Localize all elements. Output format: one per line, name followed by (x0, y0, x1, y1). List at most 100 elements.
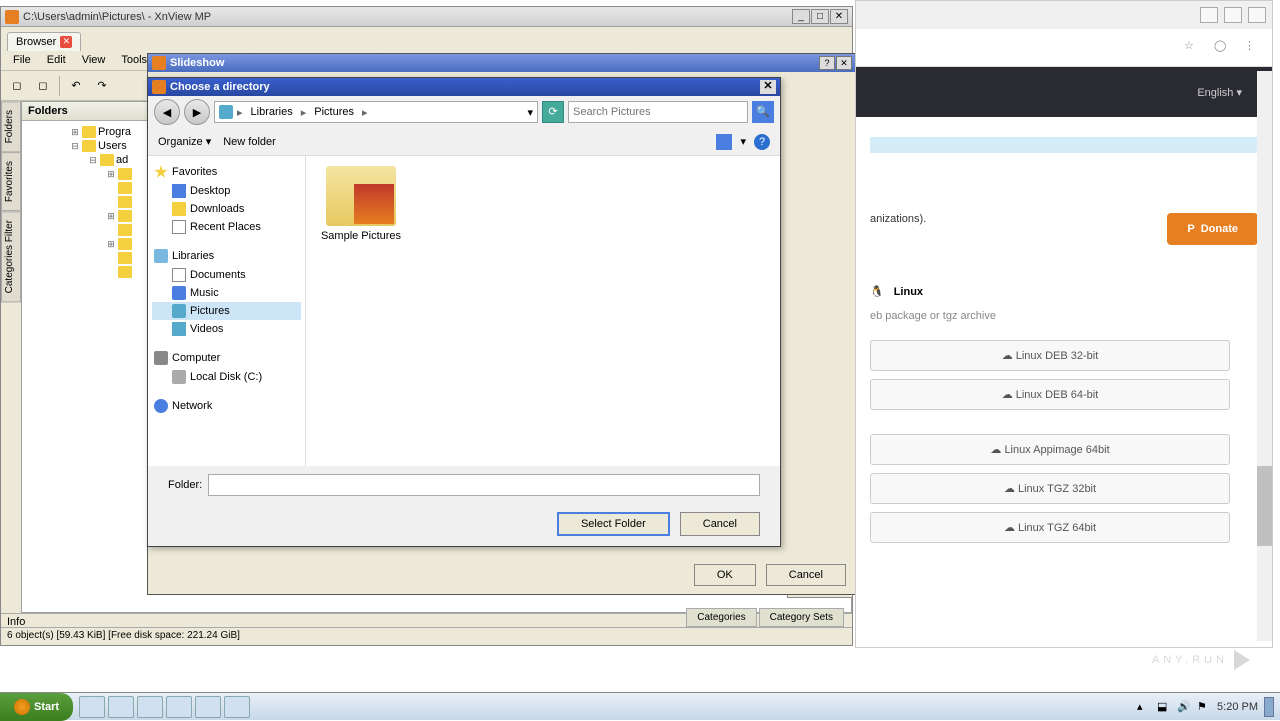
help-icon[interactable]: ? (754, 134, 770, 150)
taskbar-item-media[interactable] (137, 696, 163, 718)
sidebar-item-local-disk[interactable]: Local Disk (C:) (152, 368, 301, 386)
star-icon[interactable]: ☆ (1184, 39, 1202, 57)
address-bar[interactable]: ▸ Libraries ▸ Pictures ▸ ▾ (214, 101, 538, 123)
new-folder-button[interactable]: New folder (223, 136, 276, 148)
close-button[interactable]: ✕ (836, 56, 852, 70)
search-input[interactable] (573, 106, 743, 118)
taskbar-item-xnview[interactable] (224, 696, 250, 718)
dialog-icon (152, 56, 166, 70)
window-title: C:\Users\admin\Pictures\ - XnView MP (23, 11, 792, 23)
side-tab-folders[interactable]: Folders (1, 101, 21, 152)
language-dropdown[interactable]: English ▾ (1197, 86, 1242, 99)
chevron-right-icon[interactable]: ▸ (301, 106, 307, 119)
body-text: anizations). (870, 213, 926, 225)
tree-toggle-icon[interactable]: ⊟ (70, 141, 80, 152)
page-content: anizations). PDonate 🐧 Linux eb package … (856, 117, 1272, 587)
sidebar-item-music[interactable]: Music (152, 284, 301, 302)
toolbar-btn-2[interactable]: ◻ (31, 74, 55, 98)
sidebar-group-favorites[interactable]: Favorites (152, 162, 301, 182)
forward-icon[interactable]: ↷ (90, 74, 114, 98)
menu-edit[interactable]: Edit (39, 51, 74, 70)
taskbar-item-explorer[interactable] (108, 696, 134, 718)
tray-flag-icon[interactable]: ⚑ (1197, 700, 1211, 714)
sidebar-item-downloads[interactable]: Downloads (152, 200, 301, 218)
back-icon[interactable]: ↶ (64, 74, 88, 98)
cancel-button[interactable]: Cancel (680, 512, 760, 536)
tray-volume-icon[interactable]: 🔊 (1177, 700, 1191, 714)
tree-toggle-icon[interactable]: ⊞ (106, 239, 116, 250)
folder-field[interactable] (208, 474, 760, 496)
recent-icon (172, 220, 186, 234)
browser-tab[interactable]: Browser ✕ (7, 32, 81, 51)
search-box[interactable] (568, 101, 748, 123)
download-tgz-64[interactable]: ☁ Linux TGZ 64bit (870, 512, 1230, 543)
breadcrumb[interactable]: Pictures (310, 104, 358, 120)
taskbar-item-chrome[interactable] (166, 696, 192, 718)
tree-toggle-icon[interactable]: ⊟ (88, 155, 98, 166)
maximize-button[interactable]: □ (811, 9, 829, 24)
side-tab-favorites[interactable]: Favorites (1, 152, 21, 211)
videos-icon (172, 322, 186, 336)
scrollbar[interactable] (1257, 71, 1272, 641)
refresh-button[interactable]: ⟳ (542, 101, 564, 123)
clock[interactable]: 5:20 PM (1217, 701, 1258, 713)
help-button[interactable]: ? (819, 56, 835, 70)
menu-file[interactable]: File (5, 51, 39, 70)
chevron-right-icon[interactable]: ▸ (362, 106, 368, 119)
sidebar-item-videos[interactable]: Videos (152, 320, 301, 338)
sidebar-group-network[interactable]: Network (152, 396, 301, 416)
taskbar-item-opera[interactable] (195, 696, 221, 718)
tray-expand-icon[interactable]: ▴ (1137, 700, 1151, 714)
close-button[interactable]: ✕ (760, 80, 776, 94)
donate-button[interactable]: PDonate (1167, 213, 1258, 245)
folder-item-sample-pictures[interactable]: Sample Pictures (316, 166, 406, 242)
download-deb-64[interactable]: ☁ Linux DEB 64-bit (870, 379, 1230, 410)
taskbar-item-ie[interactable] (79, 696, 105, 718)
select-folder-button[interactable]: Select Folder (557, 512, 670, 536)
folder-content[interactable]: Sample Pictures (306, 156, 780, 466)
side-tab-categories-filter[interactable]: Categories Filter (1, 211, 21, 302)
sidebar-item-desktop[interactable]: Desktop (152, 182, 301, 200)
nav-forward-button[interactable]: ▶ (184, 99, 210, 125)
tree-toggle-icon[interactable]: ⊞ (70, 127, 80, 138)
minimize-button[interactable]: _ (792, 9, 810, 24)
chevron-right-icon[interactable]: ▸ (237, 106, 243, 119)
ok-button[interactable]: OK (694, 564, 756, 586)
chevron-down-icon[interactable]: ▾ (527, 106, 533, 119)
download-deb-32[interactable]: ☁ Linux DEB 32-bit (870, 340, 1230, 371)
menu-view[interactable]: View (74, 51, 114, 70)
tree-toggle-icon[interactable]: ⊞ (106, 211, 116, 222)
minimize-button[interactable] (1200, 7, 1218, 23)
places-sidebar: Favorites Desktop Downloads Recent Place… (148, 156, 306, 466)
sidebar-group-libraries[interactable]: Libraries (152, 246, 301, 266)
scroll-thumb[interactable] (1257, 466, 1272, 546)
search-icon[interactable]: 🔍 (752, 101, 774, 123)
dialog-titlebar: Slideshow ? ✕ (148, 54, 856, 72)
sidebar-group-computer[interactable]: Computer (152, 348, 301, 368)
close-button[interactable] (1248, 7, 1266, 23)
tab-close-icon[interactable]: ✕ (60, 36, 72, 48)
organize-menu[interactable]: Organize ▾ (158, 135, 211, 148)
avatar-icon[interactable]: ◯ (1214, 39, 1232, 57)
maximize-button[interactable] (1224, 7, 1242, 23)
menu-icon[interactable]: ⋮ (1244, 39, 1262, 57)
breadcrumb[interactable]: Libraries (247, 104, 297, 120)
linux-subtext: eb package or tgz archive (870, 310, 1258, 322)
chevron-down-icon[interactable]: ▾ (740, 135, 746, 148)
sidebar-item-pictures[interactable]: Pictures (152, 302, 301, 320)
tray-shield-icon[interactable]: ⬓ (1157, 700, 1171, 714)
cancel-button[interactable]: Cancel (766, 564, 846, 586)
sidebar-item-recent[interactable]: Recent Places (152, 218, 301, 236)
sidebar-item-documents[interactable]: Documents (152, 266, 301, 284)
tab-category-sets[interactable]: Category Sets (759, 608, 844, 627)
tree-toggle-icon[interactable]: ⊞ (106, 169, 116, 180)
download-appimage-64[interactable]: ☁ Linux Appimage 64bit (870, 434, 1230, 465)
start-button[interactable]: Start (0, 693, 73, 721)
nav-back-button[interactable]: ◀ (154, 99, 180, 125)
close-button[interactable]: ✕ (830, 9, 848, 24)
show-desktop[interactable] (1264, 697, 1274, 717)
view-mode-icon[interactable] (716, 134, 732, 150)
download-tgz-32[interactable]: ☁ Linux TGZ 32bit (870, 473, 1230, 504)
toolbar-btn-1[interactable]: ◻ (5, 74, 29, 98)
tab-categories[interactable]: Categories (686, 608, 756, 627)
